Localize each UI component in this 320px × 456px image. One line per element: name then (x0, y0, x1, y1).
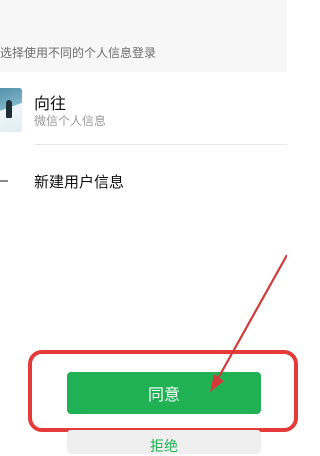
profile-name: 向往 (34, 94, 67, 113)
hint-row: 选择使用不同的个人信息登录 (0, 0, 287, 70)
reject-label: 拒绝 (150, 439, 178, 455)
avatar-figure (6, 100, 12, 118)
new-profile-label: 新建用户信息 (34, 173, 125, 191)
agree-button[interactable]: 同意 (67, 372, 261, 414)
reject-button[interactable]: 拒绝 (67, 430, 261, 455)
profile-item[interactable]: 向往 微信个人信息 (0, 72, 287, 144)
profile-subtitle: 微信个人信息 (34, 114, 107, 128)
new-profile-item[interactable]: 新建用户信息 (0, 144, 287, 217)
login-hint: 选择使用不同的个人信息登录 (0, 46, 157, 60)
add-icon (0, 176, 8, 186)
avatar (0, 88, 22, 132)
profile-list: 向往 微信个人信息 新建用户信息 (0, 72, 287, 217)
